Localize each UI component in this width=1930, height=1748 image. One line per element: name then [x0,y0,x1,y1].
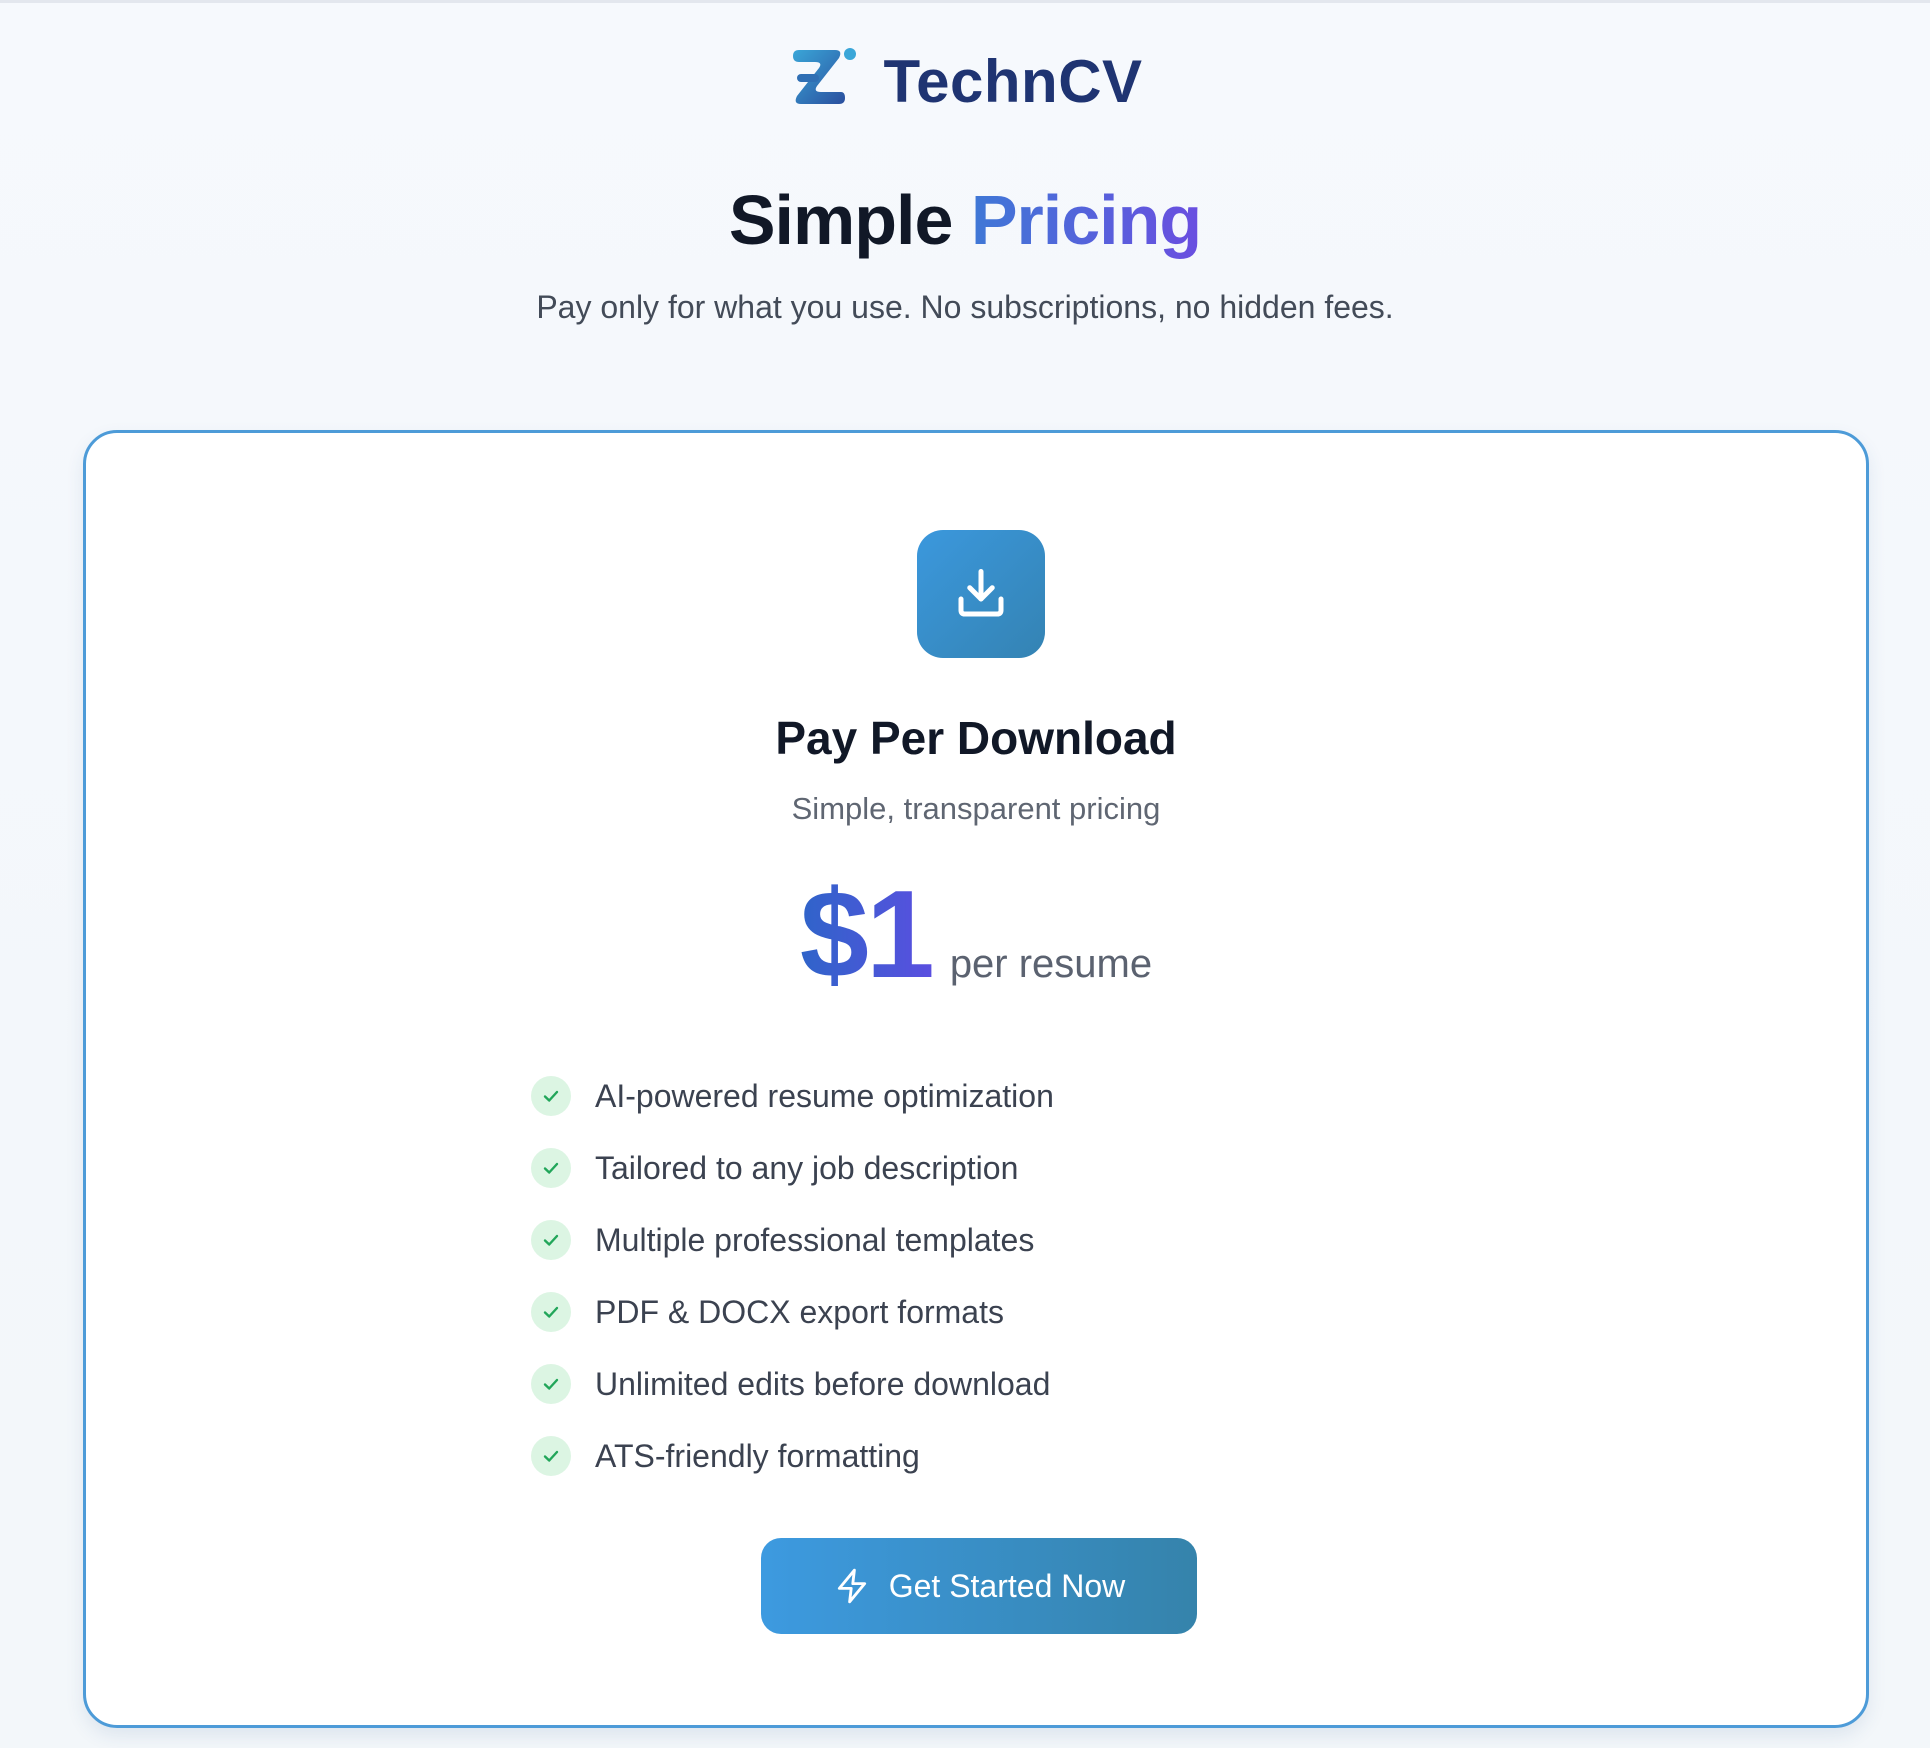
feature-text: Multiple professional templates [595,1221,1035,1258]
list-item: PDF & DOCX export formats [531,1276,1054,1348]
list-item: Tailored to any job description [531,1132,1054,1204]
page-subtitle: Pay only for what you use. No subscripti… [536,289,1394,325]
page-title-main: Simple [728,181,954,259]
list-item: AI-powered resume optimization [531,1060,1054,1132]
plan-title: Pay Per Download [775,712,1177,764]
price-row: $1 per resume [86,873,1866,997]
brand-logo[interactable]: TechnCV [0,46,1930,116]
plan-icon-badge [917,530,1045,658]
check-icon [531,1364,571,1404]
feature-text: ATS-friendly formatting [595,1437,920,1474]
top-divider [0,0,1930,3]
feature-text: Tailored to any job description [595,1149,1019,1186]
check-icon [531,1436,571,1476]
feature-text: PDF & DOCX export formats [595,1293,1004,1330]
check-icon [531,1076,571,1116]
page-title: Simple Pricing [0,180,1930,260]
plan-subtitle: Simple, transparent pricing [791,791,1161,826]
price-unit: per resume [949,942,1153,986]
page-title-accent: Pricing [970,181,1202,259]
get-started-button[interactable]: Get Started Now [761,1538,1197,1634]
feature-list: AI-powered resume optimization Tailored … [531,1060,1054,1492]
list-item: Unlimited edits before download [531,1348,1054,1420]
list-item: ATS-friendly formatting [531,1420,1054,1492]
brand-name: TechnCV [883,47,1143,115]
feature-text: AI-powered resume optimization [595,1077,1054,1114]
list-item: Multiple professional templates [531,1204,1054,1276]
feature-text: Unlimited edits before download [595,1365,1051,1402]
price-value: $1 [799,866,935,1004]
check-icon [531,1220,571,1260]
download-icon [958,569,1004,617]
check-icon [531,1292,571,1332]
lightning-icon [837,1568,866,1604]
pricing-card: Pay Per Download Simple, transparent pri… [83,430,1869,1728]
get-started-label: Get Started Now [888,1567,1126,1604]
check-icon [531,1148,571,1188]
stylized-z-logo-icon [793,48,857,104]
